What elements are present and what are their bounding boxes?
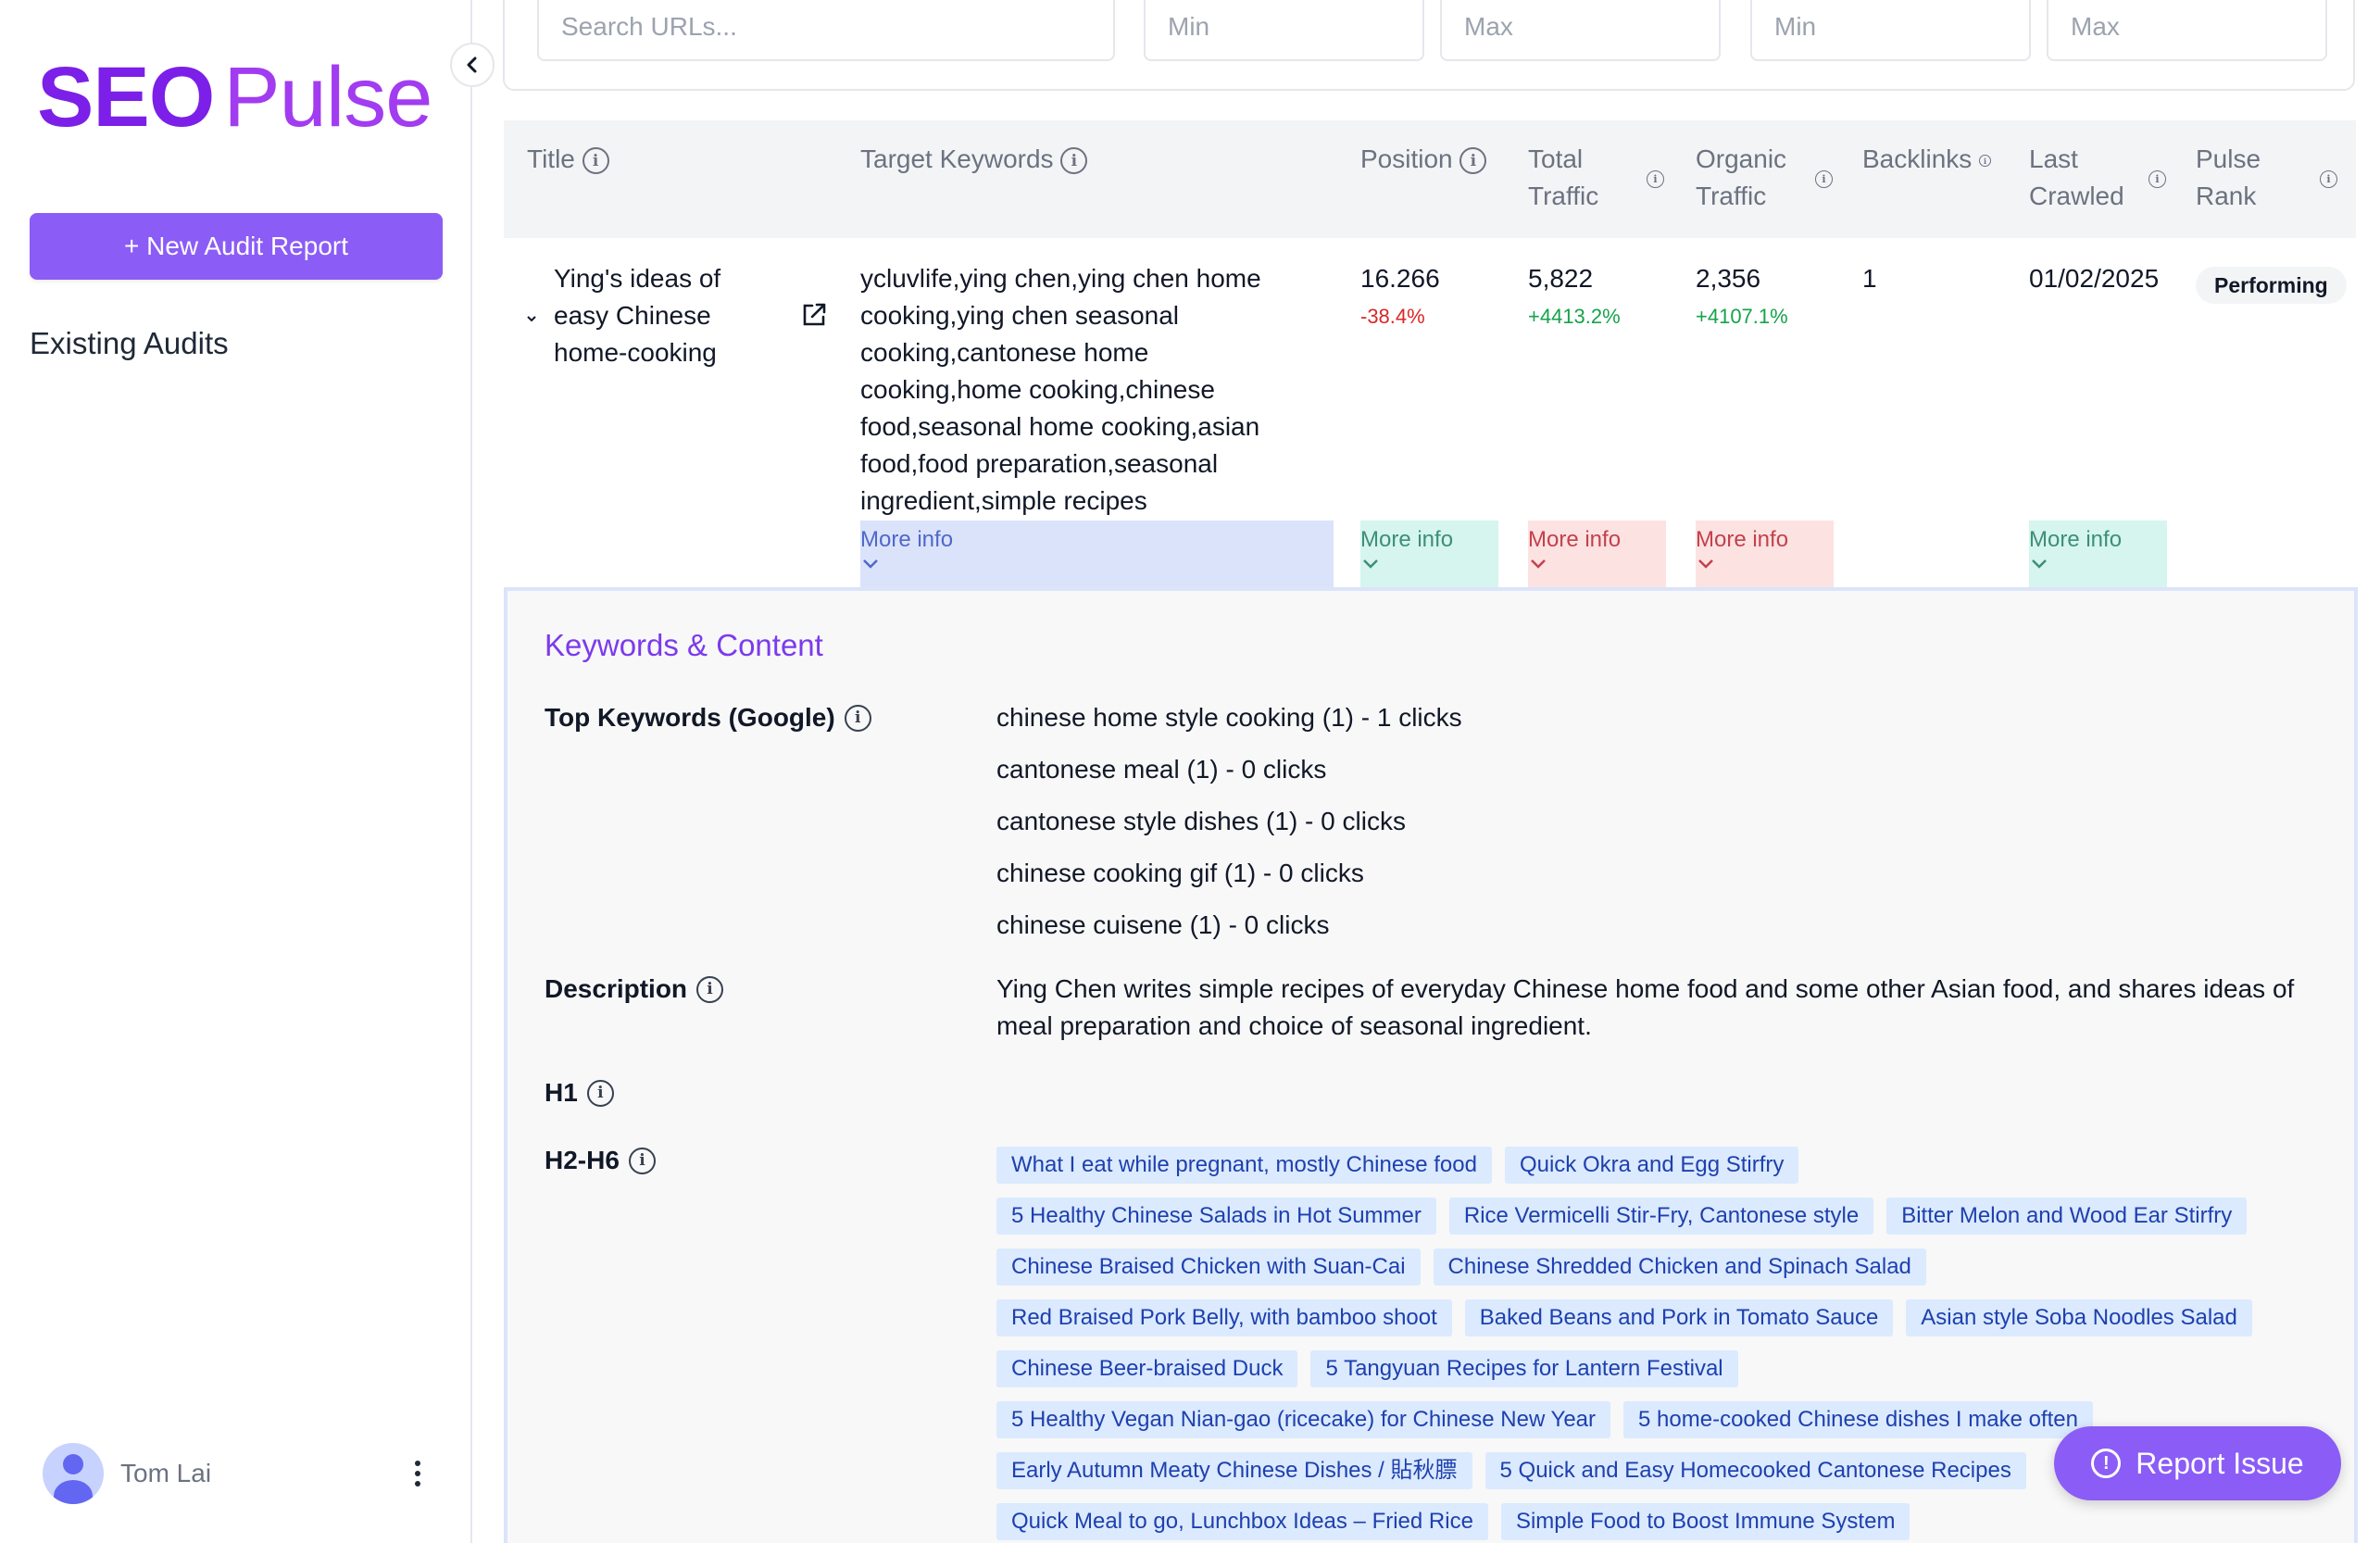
row-total-traffic: 5,822 — [1528, 264, 1594, 293]
info-icon[interactable]: i — [2320, 170, 2337, 188]
heading-tag: 5 Quick and Easy Homecooked Cantonese Re… — [1484, 1452, 2026, 1489]
keyword-item: chinese home style cooking (1) - 1 click… — [996, 703, 1462, 732]
column-header-organic-traffic[interactable]: Organic Traffic — [1696, 141, 1807, 215]
heading-tag: 5 Tangyuan Recipes for Lantern Festival — [1310, 1350, 1738, 1387]
keyword-item: cantonese style dishes (1) - 0 clicks — [996, 807, 1406, 835]
more-info-total-traffic-toggle[interactable]: More info — [1528, 521, 1666, 588]
info-icon[interactable]: i — [582, 147, 609, 175]
panel-title: Keywords & Content — [545, 628, 823, 662]
filter-max-input-1[interactable] — [1440, 0, 1721, 61]
heading-tag: Bitter Melon and Wood Ear Stirfry — [1886, 1198, 2248, 1235]
collapse-sidebar-button[interactable] — [450, 43, 495, 87]
chevron-down-icon — [863, 559, 878, 569]
heading-tag: Red Braised Pork Belly, with bamboo shoo… — [996, 1299, 1452, 1336]
column-header-title[interactable]: Title i — [527, 141, 609, 178]
chevron-down-icon[interactable] — [525, 314, 538, 323]
row-last-crawled: 01/02/2025 — [2029, 264, 2160, 293]
filter-bar — [503, 0, 2355, 91]
seopulse-logo[interactable]: SEO Pulse — [37, 46, 432, 148]
pulse-rank-badge: Performing — [2196, 267, 2347, 304]
more-info-organic-traffic-toggle[interactable]: More info — [1696, 521, 1834, 588]
info-icon[interactable]: i — [586, 1079, 614, 1107]
keyword-item: chinese cooking gif (1) - 0 clicks — [996, 859, 1364, 887]
description-label: Description i — [545, 971, 724, 1008]
alert-icon: ! — [2091, 1449, 2122, 1478]
heading-tag: Chinese Beer-braised Duck — [996, 1350, 1298, 1387]
chevron-left-icon — [467, 56, 477, 73]
heading-tag: Chinese Braised Chicken with Suan-Cai — [996, 1248, 1421, 1286]
heading-tag: 5 Healthy Vegan Nian-gao (ricecake) for … — [996, 1401, 1611, 1438]
h1-label: H1 i — [545, 1074, 614, 1111]
heading-tag: 5 home-cooked Chinese dishes I make ofte… — [1623, 1401, 2093, 1438]
heading-tag: What I eat while pregnant, mostly Chines… — [996, 1147, 1492, 1184]
filter-max-input-2[interactable] — [2047, 0, 2327, 61]
row-total-traffic-delta: +4413.2% — [1528, 305, 1621, 328]
chevron-down-icon — [1363, 559, 1378, 569]
avatar — [43, 1443, 104, 1504]
info-icon[interactable]: i — [1459, 147, 1487, 175]
more-info-keywords-toggle[interactable]: More info — [860, 521, 1334, 588]
external-link-icon[interactable] — [800, 301, 828, 329]
row-title: Ying's ideas of easy Chinese home-cookin… — [554, 264, 721, 367]
row-position: 16.266 — [1360, 264, 1440, 293]
info-icon[interactable]: i — [2148, 170, 2166, 188]
info-icon[interactable]: i — [1815, 170, 1833, 188]
more-info-position-toggle[interactable]: More info — [1360, 521, 1498, 588]
column-header-target-keywords[interactable]: Target Keywords i — [860, 141, 1088, 178]
info-icon[interactable]: i — [844, 704, 871, 732]
heading-tag: Rice Vermicelli Stir-Fry, Cantonese styl… — [1448, 1198, 1874, 1235]
filter-min-input-2[interactable] — [1750, 0, 2031, 61]
existing-audits-heading: Existing Audits — [30, 326, 229, 360]
info-icon[interactable]: i — [1060, 147, 1088, 175]
row-organic-traffic-delta: +4107.1% — [1696, 305, 1788, 328]
more-options-icon[interactable] — [404, 1461, 432, 1487]
report-issue-button[interactable]: ! Report Issue — [2054, 1426, 2341, 1500]
logo-seo: SEO — [37, 50, 215, 144]
heading-tag: Simple Food to Boost Immune System — [1500, 1503, 1910, 1540]
row-organic-traffic: 2,356 — [1696, 264, 1761, 293]
heading-tag: Chinese Shredded Chicken and Spinach Sal… — [1433, 1248, 1926, 1286]
heading-tag: Asian style Soba Noodles Salad — [1906, 1299, 2252, 1336]
h2-h6-label: H2-H6 i — [545, 1142, 656, 1179]
sidebar: SEO Pulse + New Audit Report Existing Aud… — [0, 0, 472, 1543]
top-keywords-label: Top Keywords (Google) i — [545, 699, 871, 736]
filter-min-input-1[interactable] — [1144, 0, 1424, 61]
keyword-item: chinese cuisene (1) - 0 clicks — [996, 910, 1330, 939]
info-icon[interactable]: i — [696, 975, 724, 1003]
chevron-down-icon — [1531, 559, 1546, 569]
column-header-total-traffic[interactable]: Total Traffic — [1528, 141, 1611, 215]
chevron-down-icon — [2032, 559, 2047, 569]
heading-tag: 5 Healthy Chinese Salads in Hot Summer — [996, 1198, 1436, 1235]
table-header: Title i Target Keywords i Position i Tot… — [504, 120, 2356, 238]
heading-tag: Quick Meal to go, Lunchbox Ideas – Fried… — [996, 1503, 1488, 1540]
heading-tag: Early Autumn Meaty Chinese Dishes / 貼秋膘 — [996, 1452, 1472, 1489]
heading-tag: Quick Okra and Egg Stirfry — [1504, 1147, 1799, 1184]
column-header-last-crawled[interactable]: Last Crawled — [2029, 141, 2140, 215]
user-name: Tom Lai — [120, 1459, 212, 1487]
info-icon[interactable]: i — [1647, 170, 1664, 188]
column-header-backlinks[interactable]: Backlinks i — [1862, 141, 1992, 178]
search-urls-input[interactable] — [537, 0, 1115, 61]
heading-tag: Baked Beans and Pork in Tomato Sauce — [1464, 1299, 1894, 1336]
row-backlinks: 1 — [1862, 264, 1877, 293]
more-info-last-crawled-toggle[interactable]: More info — [2029, 521, 2167, 588]
keywords-content-panel: Keywords & Content Top Keywords (Google)… — [504, 587, 2358, 1543]
keyword-item: cantonese meal (1) - 0 clicks — [996, 755, 1327, 784]
user-profile[interactable]: Tom Lai — [43, 1441, 432, 1506]
new-audit-report-button[interactable]: + New Audit Report — [30, 213, 443, 280]
column-header-position[interactable]: Position i — [1360, 141, 1487, 178]
row-target-keywords: ycluvlife,ying chen,ying chen home cooki… — [860, 264, 1261, 515]
row-position-delta: -38.4% — [1360, 305, 1425, 328]
logo-pulse: Pulse — [223, 50, 432, 144]
column-header-pulse-rank[interactable]: Pulse Rank — [2196, 141, 2279, 215]
info-icon[interactable]: i — [628, 1147, 656, 1174]
chevron-down-icon — [1698, 559, 1713, 569]
table-row[interactable]: Ying's ideas of easy Chinese home-cookin… — [504, 238, 2356, 588]
info-icon[interactable]: i — [1979, 155, 1992, 168]
description-text: Ying Chen writes simple recipes of every… — [996, 974, 2295, 1040]
